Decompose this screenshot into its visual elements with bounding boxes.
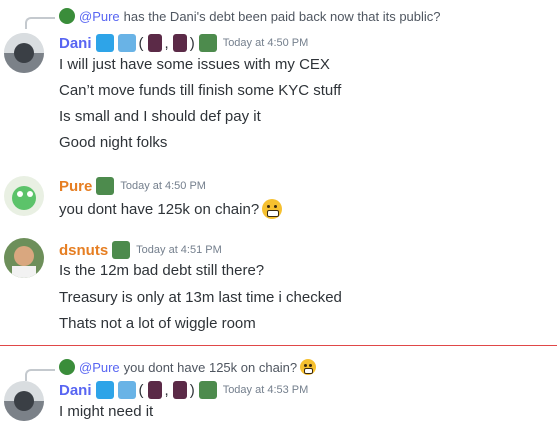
paren-close: ) [189, 34, 195, 52]
tophat-icon [172, 381, 187, 399]
author-name[interactable]: Pure [59, 178, 92, 195]
avatar-dani[interactable] [4, 381, 44, 421]
wizard-frog-icon [112, 241, 131, 259]
avatar-dani[interactable] [4, 33, 44, 73]
wizard-frog-icon [198, 381, 217, 399]
message-line: Is small and I should def pay it [59, 108, 261, 125]
paren-comma: , [164, 381, 169, 399]
avatar-dsnuts[interactable] [4, 238, 44, 278]
new-messages-divider [0, 345, 557, 346]
cube-badge-icon [95, 34, 114, 52]
message-line: I will just have some issues with my CEX [59, 56, 330, 73]
timestamp: Today at 4:50 PM [222, 37, 309, 49]
author-name[interactable]: Dani [59, 35, 92, 52]
reply-connector [25, 17, 55, 29]
person-badge-icon [117, 34, 136, 52]
pure-avatar-mini-icon [59, 8, 75, 24]
message-line: Good night folks [59, 134, 168, 151]
message-line: I might need it [59, 403, 154, 420]
reply-mention[interactable]: @Pure [79, 360, 120, 375]
message-line: Treasury is only at 13m last time i chec… [59, 289, 342, 306]
reply-connector [25, 369, 55, 381]
pure-avatar-mini-icon [59, 359, 75, 375]
person-badge-icon [117, 381, 136, 399]
message-header: Dani ( , ) Today at 4:53 PM [59, 381, 308, 399]
tophat-icon [172, 34, 187, 52]
reply-text: has the Dani's debt been paid back now t… [123, 8, 441, 24]
message-line-row: you dont have 125k on chain? [59, 199, 283, 219]
tophat-icon [147, 34, 162, 52]
paren-open: ( [138, 34, 144, 52]
cube-badge-icon [95, 381, 114, 399]
message-header: dsnuts Today at 4:51 PM [59, 241, 222, 259]
message-line: you dont have 125k on chain? [59, 200, 260, 218]
reply-text: you dont have 125k on chain? [123, 359, 298, 375]
paren-comma: , [164, 34, 169, 52]
grimace-emoji-icon [300, 359, 317, 375]
paren-open: ( [138, 381, 144, 399]
wizard-frog-icon [198, 34, 217, 52]
message-line: Thats not a lot of wiggle room [59, 315, 256, 332]
timestamp: Today at 4:53 PM [222, 384, 309, 396]
avatar-pure[interactable] [4, 176, 44, 216]
message-line: Can’t move funds till finish some KYC st… [59, 82, 342, 99]
paren-close: ) [189, 381, 195, 399]
message-line: Is the 12m bad debt still there? [59, 262, 265, 279]
grimace-emoji-icon [262, 199, 283, 219]
author-name[interactable]: dsnuts [59, 242, 108, 259]
reply-preview[interactable]: @Pure has the Dani's debt been paid back… [59, 8, 441, 24]
timestamp: Today at 4:51 PM [136, 244, 222, 256]
timestamp: Today at 4:50 PM [120, 180, 206, 192]
reply-mention[interactable]: @Pure [79, 9, 120, 24]
message-header: Dani ( , ) Today at 4:50 PM [59, 34, 308, 52]
wizard-frog-icon [96, 177, 115, 195]
tophat-icon [147, 381, 162, 399]
message-header: Pure Today at 4:50 PM [59, 177, 206, 195]
reply-preview[interactable]: @Pure you dont have 125k on chain? [59, 359, 317, 375]
author-name[interactable]: Dani [59, 382, 92, 399]
